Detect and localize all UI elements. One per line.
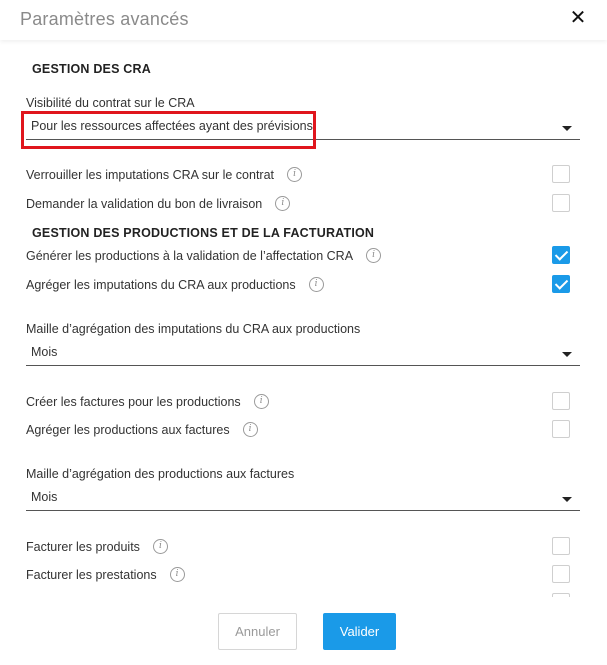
- option-delivery-validation: Demander la validation du bon de livrais…: [26, 196, 291, 211]
- dialog-footer: Annuler Valider: [0, 597, 607, 665]
- dialog-header: Paramètres avancés ✕: [0, 0, 607, 40]
- option-create-invoices: Créer les factures pour les productions …: [26, 394, 269, 409]
- close-icon[interactable]: ✕: [568, 8, 588, 28]
- option-invoice-products: Facturer les produits i: [26, 539, 168, 554]
- checkbox-invoice-services[interactable]: [552, 565, 570, 583]
- maille-cra-select[interactable]: Mois: [26, 342, 580, 366]
- option-label: Demander la validation du bon de livrais…: [26, 196, 263, 211]
- info-icon[interactable]: i: [287, 167, 303, 182]
- option-label: Verrouiller les imputations CRA sur le c…: [26, 167, 275, 182]
- section-title-cra: GESTION DES CRA: [32, 62, 151, 76]
- chevron-down-icon: [562, 352, 572, 357]
- checkbox-delivery-validation[interactable]: [552, 194, 570, 212]
- maille-cra-label: Maille d’agrégation des imputations du C…: [26, 322, 361, 336]
- option-lock-imputations: Verrouiller les imputations CRA sur le c…: [26, 167, 303, 182]
- info-icon[interactable]: i: [169, 567, 185, 582]
- dialog-title: Paramètres avancés: [20, 9, 189, 29]
- option-generate-productions: Générer les productions à la validation …: [26, 248, 382, 263]
- maille-factures-value: Mois: [31, 490, 58, 504]
- info-icon[interactable]: i: [275, 196, 291, 211]
- checkbox-aggregate-productions[interactable]: [552, 420, 570, 438]
- option-label: Facturer les prestations: [26, 567, 157, 582]
- maille-factures-select[interactable]: Mois: [26, 487, 580, 511]
- checkbox-invoice-products[interactable]: [552, 537, 570, 555]
- visibility-label: Visibilité du contrat sur le CRA: [26, 96, 195, 110]
- validate-button[interactable]: Valider: [323, 613, 396, 650]
- option-invoice-services: Facturer les prestations i: [26, 567, 185, 582]
- highlight-annotation: [21, 111, 316, 149]
- checkbox-aggregate-imputations[interactable]: [552, 275, 570, 293]
- maille-cra-value: Mois: [31, 345, 58, 359]
- info-icon[interactable]: i: [152, 539, 168, 554]
- option-label: Générer les productions à la validation …: [26, 248, 354, 263]
- option-aggregate-productions: Agréger les productions aux factures i: [26, 422, 258, 437]
- option-label: Agréger les productions aux factures: [26, 422, 230, 437]
- info-icon[interactable]: i: [242, 422, 258, 437]
- option-label: Créer les factures pour les productions: [26, 394, 241, 409]
- checkbox-generate-productions[interactable]: [552, 246, 570, 264]
- maille-factures-label: Maille d’agrégation des productions aux …: [26, 467, 295, 481]
- dialog-body[interactable]: GESTION DES CRA Visibilité du contrat su…: [0, 40, 607, 597]
- checkbox-lock-imputations[interactable]: [552, 165, 570, 183]
- info-icon[interactable]: i: [308, 277, 324, 292]
- option-aggregate-imputations: Agréger les imputations du CRA aux produ…: [26, 277, 324, 292]
- cancel-button[interactable]: Annuler: [218, 613, 297, 650]
- option-label: Agréger les imputations du CRA aux produ…: [26, 277, 296, 292]
- checkbox-create-invoices[interactable]: [552, 392, 570, 410]
- chevron-down-icon: [562, 497, 572, 502]
- section-title-productions: GESTION DES PRODUCTIONS ET DE LA FACTURA…: [32, 226, 375, 240]
- chevron-down-icon: [562, 126, 572, 131]
- option-label: Facturer les produits: [26, 539, 140, 554]
- info-icon[interactable]: i: [366, 248, 382, 263]
- info-icon[interactable]: i: [253, 394, 269, 409]
